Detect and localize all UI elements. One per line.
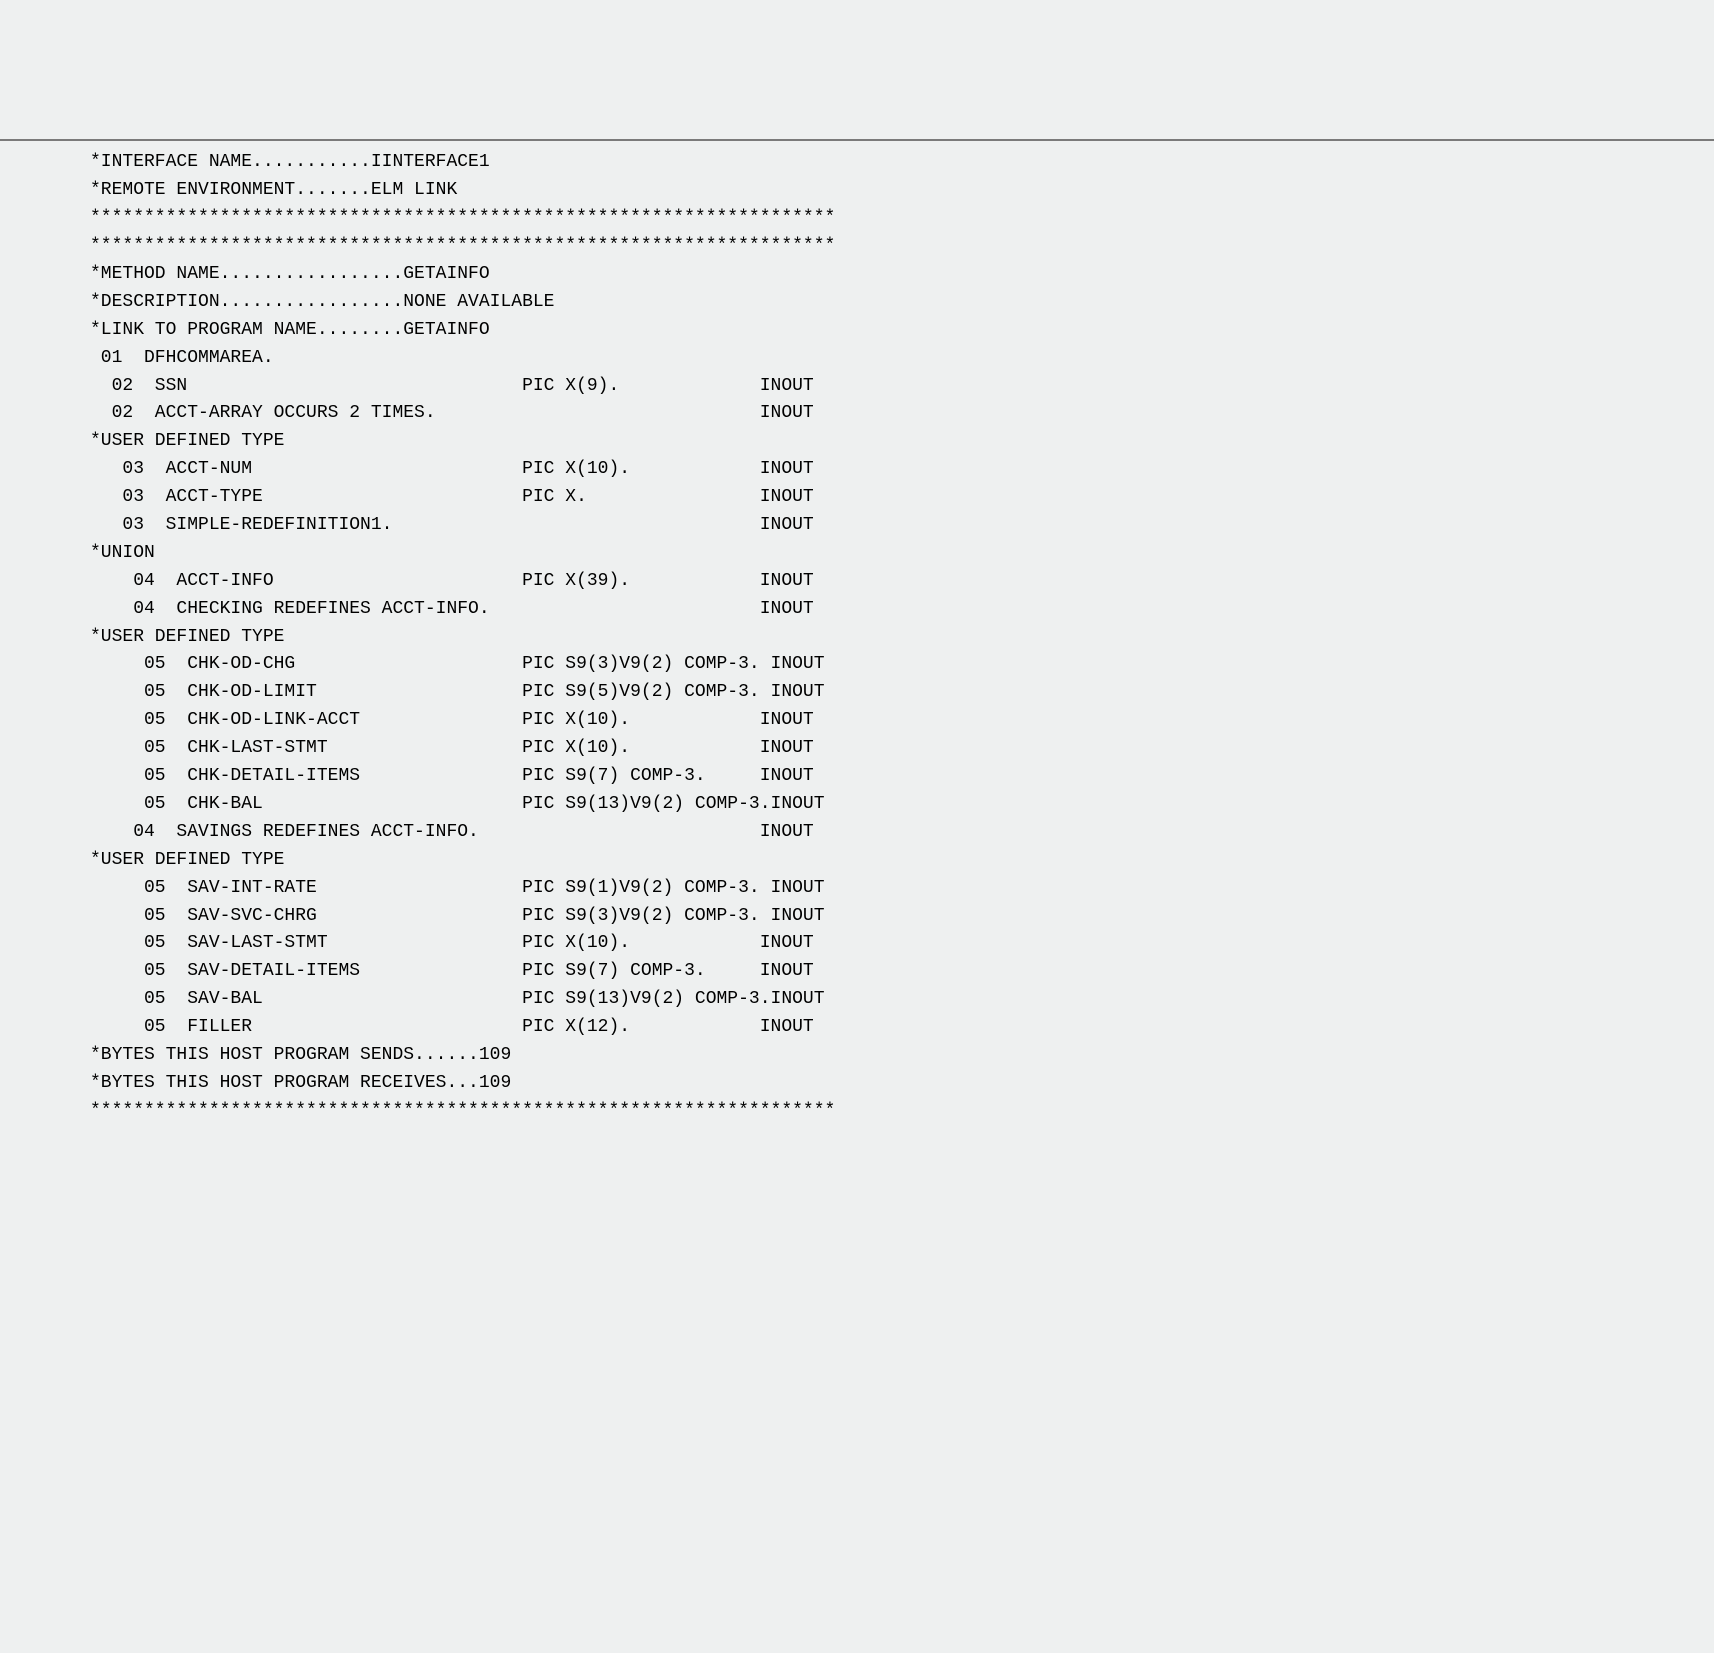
code-line: *LINK TO PROGRAM NAME........GETAINFO [90,317,1714,345]
code-line: 04 CHECKING REDEFINES ACCT-INFO. INOUT [90,596,1714,624]
code-line: ****************************************… [90,1098,1714,1126]
code-line: *USER DEFINED TYPE [90,624,1714,652]
code-line: 03 SIMPLE-REDEFINITION1. INOUT [90,512,1714,540]
code-line: *INTERFACE NAME...........IINTERFACE1 [90,149,1714,177]
code-line: 05 SAV-BAL PIC S9(13)V9(2) COMP-3.INOUT [90,986,1714,1014]
code-line: 05 CHK-LAST-STMT PIC X(10). INOUT [90,735,1714,763]
code-line: 05 SAV-DETAIL-ITEMS PIC S9(7) COMP-3. IN… [90,958,1714,986]
code-line: 03 ACCT-NUM PIC X(10). INOUT [90,456,1714,484]
code-line: *USER DEFINED TYPE [90,428,1714,456]
code-line: *BYTES THIS HOST PROGRAM RECEIVES...109 [90,1070,1714,1098]
code-line: 05 CHK-DETAIL-ITEMS PIC S9(7) COMP-3. IN… [90,763,1714,791]
code-line: 05 CHK-BAL PIC S9(13)V9(2) COMP-3.INOUT [90,791,1714,819]
code-line: 05 SAV-SVC-CHRG PIC S9(3)V9(2) COMP-3. I… [90,903,1714,931]
code-line: 05 CHK-OD-LINK-ACCT PIC X(10). INOUT [90,707,1714,735]
code-line: 05 CHK-OD-LIMIT PIC S9(5)V9(2) COMP-3. I… [90,679,1714,707]
code-line: 05 SAV-INT-RATE PIC S9(1)V9(2) COMP-3. I… [90,875,1714,903]
code-line: 03 ACCT-TYPE PIC X. INOUT [90,484,1714,512]
code-listing: *INTERFACE NAME...........IINTERFACE1*RE… [0,139,1714,1141]
code-line: 05 FILLER PIC X(12). INOUT [90,1014,1714,1042]
code-line: 01 DFHCOMMAREA. [90,345,1714,373]
code-line: 05 CHK-OD-CHG PIC S9(3)V9(2) COMP-3. INO… [90,651,1714,679]
code-line: *REMOTE ENVIRONMENT.......ELM LINK [90,177,1714,205]
code-line: *BYTES THIS HOST PROGRAM SENDS......109 [90,1042,1714,1070]
code-line: 02 ACCT-ARRAY OCCURS 2 TIMES. INOUT [90,400,1714,428]
code-line: *USER DEFINED TYPE [90,847,1714,875]
code-line: ****************************************… [90,205,1714,233]
code-line: *UNION [90,540,1714,568]
code-line: *DESCRIPTION.................NONE AVAILA… [90,289,1714,317]
code-line: 04 ACCT-INFO PIC X(39). INOUT [90,568,1714,596]
code-line: ****************************************… [90,233,1714,261]
code-line: *METHOD NAME.................GETAINFO [90,261,1714,289]
code-line: 02 SSN PIC X(9). INOUT [90,373,1714,401]
code-line: 04 SAVINGS REDEFINES ACCT-INFO. INOUT [90,819,1714,847]
code-line: 05 SAV-LAST-STMT PIC X(10). INOUT [90,930,1714,958]
